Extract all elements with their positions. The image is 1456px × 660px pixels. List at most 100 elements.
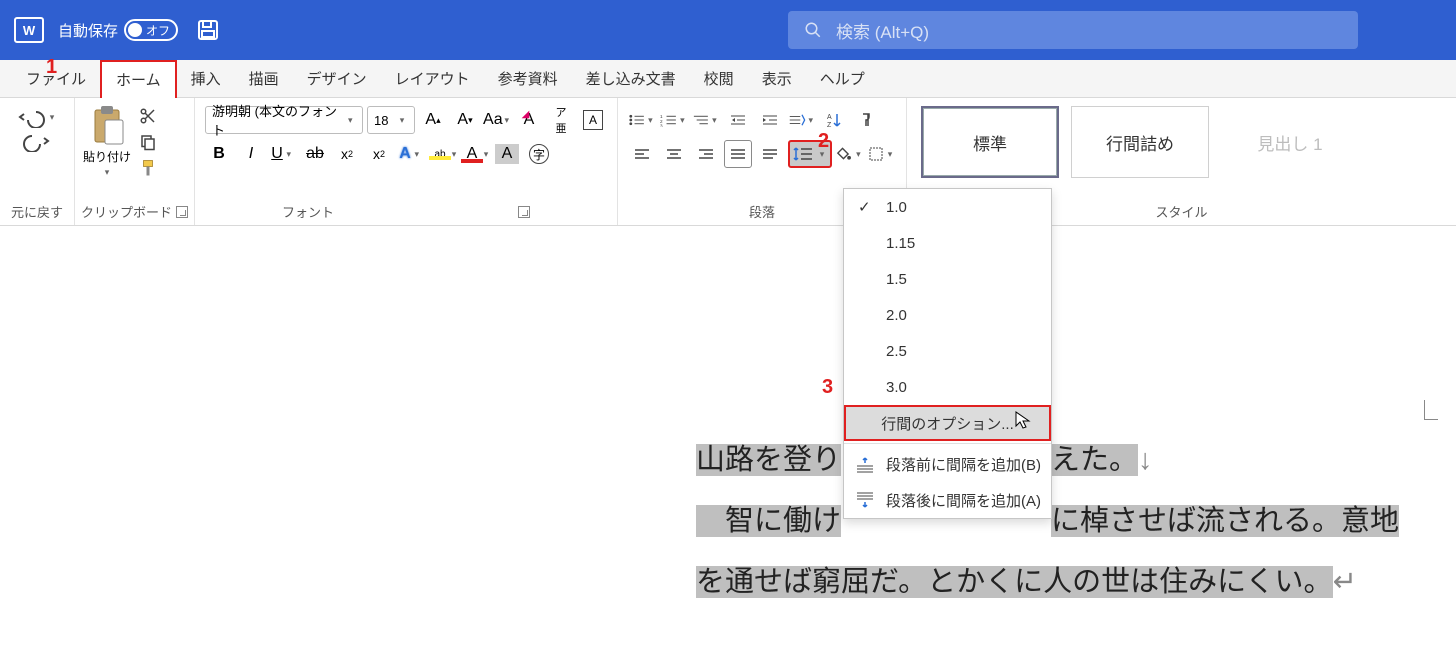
group-clipboard: 貼り付け ▾ クリップボード: [75, 98, 195, 225]
svg-text:A: A: [827, 114, 832, 121]
tab-file[interactable]: ファイル: [12, 60, 100, 98]
subscript-button[interactable]: x2: [333, 140, 361, 168]
ltr-button[interactable]: ▾: [788, 106, 816, 134]
justify-button[interactable]: [724, 140, 752, 168]
italic-button[interactable]: I: [237, 140, 265, 168]
align-right-button[interactable]: [692, 140, 720, 168]
autosave-label: 自動保存: [58, 20, 118, 41]
enclose-char-button[interactable]: A: [579, 106, 607, 134]
line-spacing-button[interactable]: ▾: [788, 140, 832, 168]
title-bar: W 自動保存 オフ 検索 (Alt+Q): [0, 0, 1456, 60]
doc-line-1b: えた。: [1051, 444, 1138, 476]
clipboard-dialog-launcher[interactable]: [176, 206, 188, 218]
space-after-icon: [854, 491, 876, 509]
add-space-before-label: 段落前に間隔を追加(B): [886, 454, 1041, 475]
underline-button[interactable]: U▾: [269, 140, 297, 168]
word-app-icon: W: [14, 17, 44, 43]
line-spacing-icon: [792, 145, 814, 163]
superscript-button[interactable]: x2: [365, 140, 393, 168]
align-center-button[interactable]: [660, 140, 688, 168]
copy-button[interactable]: [135, 130, 161, 154]
font-name-combo[interactable]: 游明朝 (本文のフォント▾: [205, 106, 363, 134]
font-name-value: 游明朝 (本文のフォント: [212, 101, 344, 139]
line-spacing-3-0[interactable]: 3.0: [844, 369, 1051, 405]
tab-design[interactable]: デザイン: [293, 60, 381, 98]
clear-format-button[interactable]: A◢: [515, 106, 543, 134]
line-spacing-options[interactable]: 行間のオプション...: [844, 405, 1051, 441]
highlight-button[interactable]: ab▾: [429, 140, 457, 168]
redo-button[interactable]: [22, 130, 52, 152]
tab-help[interactable]: ヘルプ: [806, 60, 879, 98]
svg-text:3: 3: [660, 123, 663, 127]
shrink-font-button[interactable]: A▾: [451, 106, 479, 134]
autosave-toggle[interactable]: オフ: [124, 19, 178, 41]
style-nospace[interactable]: 行間詰め: [1071, 106, 1209, 178]
increase-indent-button[interactable]: [756, 106, 784, 134]
font-dialog-launcher[interactable]: [518, 206, 530, 218]
save-icon[interactable]: [196, 18, 220, 42]
align-left-button[interactable]: [628, 140, 656, 168]
clipboard-icon: [90, 104, 124, 146]
font-color-button[interactable]: A▾: [461, 140, 489, 168]
add-space-before[interactable]: 段落前に間隔を追加(B): [844, 446, 1051, 482]
ribbon: ▾ 元に戻す 貼り付け ▾ クリップボード 游明朝 (本文のフォント▾ 18▾: [0, 98, 1456, 226]
show-marks-button[interactable]: [852, 106, 880, 134]
line-spacing-1-5[interactable]: 1.5: [844, 261, 1051, 297]
brush-icon: [139, 159, 157, 177]
numbering-button[interactable]: 123▾: [660, 106, 688, 134]
borders-button[interactable]: ▾: [868, 140, 896, 168]
decrease-indent-button[interactable]: [724, 106, 752, 134]
line-spacing-2-5[interactable]: 2.5: [844, 333, 1051, 369]
line-spacing-1-15[interactable]: 1.15: [844, 225, 1051, 261]
menu-separator: [844, 443, 1051, 444]
line-spacing-2-0[interactable]: 2.0: [844, 297, 1051, 333]
sort-button[interactable]: AZ: [820, 106, 848, 134]
distribute-button[interactable]: [756, 140, 784, 168]
strike-button[interactable]: ab: [301, 140, 329, 168]
cut-button[interactable]: [135, 104, 161, 128]
line-spacing-menu: 1.0 1.15 1.5 2.0 2.5 3.0 行間のオプション... 段落前…: [843, 188, 1052, 519]
search-box[interactable]: 検索 (Alt+Q): [788, 11, 1358, 49]
scissors-icon: [139, 107, 157, 125]
paste-label: 貼り付け: [83, 148, 131, 165]
enclose-circle-button[interactable]: 字: [525, 140, 553, 168]
group-font: 游明朝 (本文のフォント▾ 18▾ A▴ A▾ Aa▾ A◢ ア亜 A B I …: [195, 98, 618, 225]
paste-button[interactable]: 貼り付け ▾: [81, 104, 133, 200]
doc-line-2b: に棹させば流される。意地: [1051, 505, 1399, 537]
tab-layout[interactable]: レイアウト: [381, 60, 484, 98]
tab-insert[interactable]: 挿入: [177, 60, 235, 98]
tab-draw[interactable]: 描画: [235, 60, 293, 98]
multilevel-button[interactable]: ▾: [692, 106, 720, 134]
add-space-after-label: 段落後に間隔を追加(A): [886, 490, 1041, 511]
phonetic-guide-button[interactable]: ア亜: [547, 106, 575, 134]
tab-view[interactable]: 表示: [748, 60, 806, 98]
shading-button[interactable]: ▾: [836, 140, 864, 168]
search-placeholder: 検索 (Alt+Q): [836, 18, 929, 43]
change-case-button[interactable]: Aa▾: [483, 106, 511, 134]
format-painter-button[interactable]: [135, 156, 161, 180]
doc-line-3: を通せば窮屈だ。とかくに人の世は住みにくい。: [696, 566, 1333, 598]
group-para-label: 段落: [749, 202, 775, 221]
group-font-label: フォント: [282, 202, 334, 221]
undo-button[interactable]: ▾: [16, 106, 58, 128]
svg-text:Z: Z: [827, 122, 832, 128]
tab-references[interactable]: 参考資料: [484, 60, 572, 98]
grow-font-button[interactable]: A▴: [419, 106, 447, 134]
bullets-button[interactable]: ▾: [628, 106, 656, 134]
doc-line-2a: 智に働け: [696, 505, 841, 537]
style-normal[interactable]: 標準: [921, 106, 1059, 178]
font-size-combo[interactable]: 18▾: [367, 106, 415, 134]
text-effects-button[interactable]: A▾: [397, 140, 425, 168]
autosave-group: 自動保存 オフ: [58, 19, 178, 41]
space-before-icon: [854, 455, 876, 473]
char-shading-button[interactable]: A: [493, 140, 521, 168]
tab-home[interactable]: ホーム: [100, 60, 177, 98]
style-heading1[interactable]: 見出し 1: [1221, 106, 1359, 178]
bold-button[interactable]: B: [205, 140, 233, 168]
tab-mailings[interactable]: 差し込み文書: [572, 60, 690, 98]
search-icon: [804, 21, 822, 39]
line-spacing-1-0[interactable]: 1.0: [844, 189, 1051, 225]
doc-line-1a: 山路を登り: [696, 444, 841, 476]
tab-review[interactable]: 校閲: [690, 60, 748, 98]
add-space-after[interactable]: 段落後に間隔を追加(A): [844, 482, 1051, 518]
